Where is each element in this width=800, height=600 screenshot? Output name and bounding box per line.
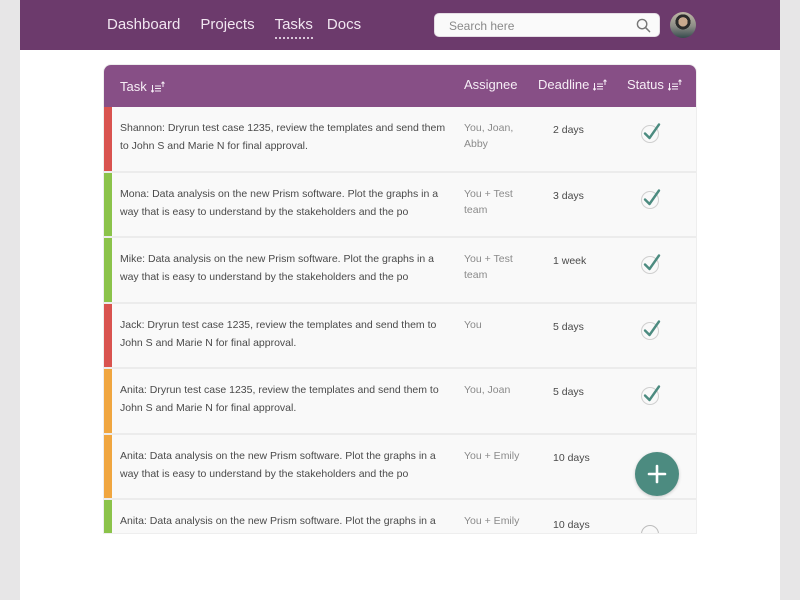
nav-projects[interactable]: Projects [200,15,254,34]
status-check-icon[interactable] [638,317,664,343]
status-check-icon[interactable] [638,251,664,277]
nav-dashboard[interactable]: Dashboard [107,15,180,34]
tasks-table: Task Assignee Deadline Status Shannon: D… [104,65,696,533]
table-header: Task Assignee Deadline Status [104,65,696,107]
task-assignee: You + Test team [464,187,513,216]
table-row[interactable]: Anita: Data analysis on the new Prism so… [104,434,696,500]
user-avatar[interactable] [670,12,696,38]
table-body: Shannon: Dryrun test case 1235, review t… [104,107,696,533]
task-description: Jack: Dryrun test case 1235, review the … [120,318,437,349]
task-assignee: You, Joan [464,384,511,396]
status-check-icon[interactable] [638,186,664,212]
column-header-label: Task [120,79,147,94]
column-header-task[interactable]: Task [120,79,165,94]
task-description: Anita: Data analysis on the new Prism so… [120,449,436,480]
task-deadline: 3 days [553,189,584,202]
task-description: Anita: Data analysis on the new Prism so… [120,515,436,527]
task-deadline: 10 days [553,519,590,531]
table-row[interactable]: Anita: Dryrun test case 1235, review the… [104,369,696,435]
column-header-label: Deadline [538,77,590,92]
search-icon[interactable] [636,18,651,33]
table-row[interactable]: Mona: Data analysis on the new Prism sof… [104,172,696,238]
priority-indicator [104,107,112,171]
column-header-assignee[interactable]: Assignee [464,77,517,92]
plus-icon [647,464,667,484]
task-description: Mona: Data analysis on the new Prism sof… [120,187,439,218]
priority-indicator [104,172,112,236]
priority-indicator [104,238,112,302]
status-pending-icon[interactable] [638,520,664,533]
search-box [434,13,660,37]
search-input[interactable] [449,17,629,34]
column-header-status[interactable]: Status [627,77,682,92]
task-deadline: 10 days [553,451,590,464]
table-row[interactable]: Jack: Dryrun test case 1235, review the … [104,303,696,369]
task-assignee: You, Joan, Abby [464,122,514,150]
sort-icon[interactable] [150,80,165,93]
task-assignee: You + Emily [464,449,520,462]
nav-tasks[interactable]: Tasks [274,15,314,39]
nav-docs[interactable]: Docs [327,15,361,34]
task-deadline: 5 days [553,320,584,333]
task-deadline: 2 days [553,124,584,136]
column-header-label: Assignee [464,77,518,92]
app-frame: Dashboard Projects Tasks Docs Task [20,0,780,600]
task-description: Mike: Data analysis on the new Prism sof… [120,253,434,283]
column-header-label: Status [627,77,664,92]
sort-icon[interactable] [667,78,682,91]
task-assignee: You [464,318,482,331]
sort-icon[interactable] [593,78,608,91]
table-row[interactable]: Anita: Data analysis on the new Prism so… [104,500,696,533]
main-nav: Dashboard Projects Tasks Docs [107,15,381,39]
priority-indicator [104,303,112,367]
priority-indicator [104,434,112,498]
task-description: Shannon: Dryrun test case 1235, review t… [120,122,446,152]
priority-indicator [104,500,112,533]
task-description: Anita: Dryrun test case 1235, review the… [120,384,439,414]
table-row[interactable]: Shannon: Dryrun test case 1235, review t… [104,107,696,173]
add-task-button[interactable] [635,452,679,496]
top-navigation-bar: Dashboard Projects Tasks Docs [20,0,780,50]
priority-indicator [104,369,112,433]
task-assignee: You + Emily [464,515,520,527]
task-assignee: You + Test team [464,253,513,281]
table-row[interactable]: Mike: Data analysis on the new Prism sof… [104,238,696,304]
column-header-deadline[interactable]: Deadline [538,77,608,92]
status-check-icon[interactable] [638,120,664,146]
status-check-icon[interactable] [638,382,664,408]
task-deadline: 1 week [553,255,587,267]
task-deadline: 5 days [553,386,584,398]
